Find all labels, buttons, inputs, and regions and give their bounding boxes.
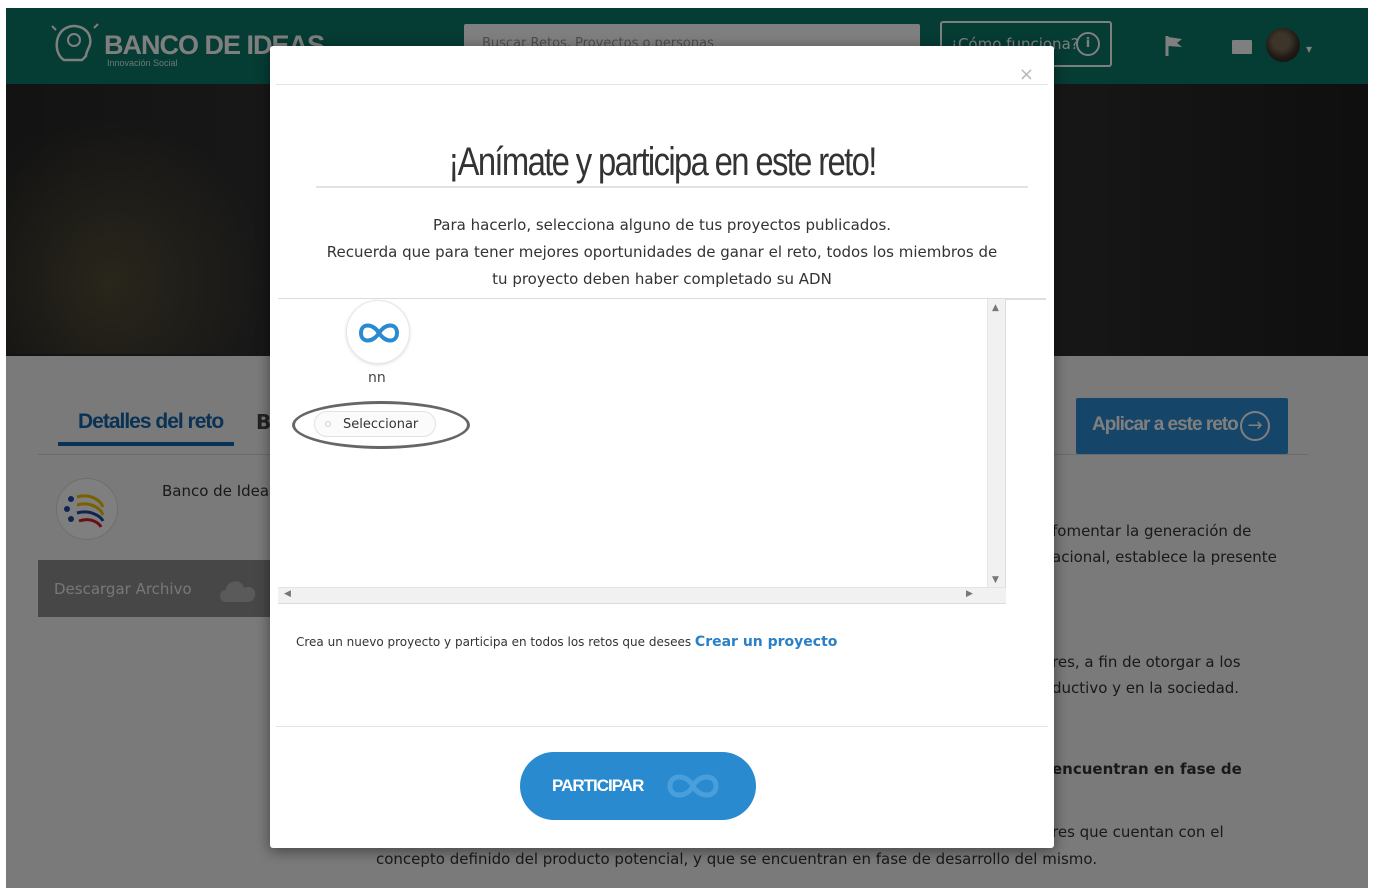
participate-modal: × ¡Anímate y participa en este reto! Par… (270, 46, 1054, 848)
modal-description: Para hacerlo, selecciona alguno de tus p… (300, 212, 1024, 293)
project-name: nn (368, 370, 386, 386)
project-avatar[interactable] (346, 300, 410, 364)
create-project-link[interactable]: Crear un proyecto (695, 634, 837, 650)
select-project-label: Seleccionar (343, 417, 419, 432)
participate-button[interactable]: PARTICIPAR (520, 752, 756, 820)
modal-description-line: tu proyecto deben haber completado su AD… (492, 270, 832, 288)
scroll-down-icon[interactable]: ▼ (992, 575, 999, 585)
title-divider (316, 186, 1028, 188)
modal-footer-divider (276, 726, 1048, 727)
scroll-left-icon[interactable]: ◀ (284, 589, 291, 599)
scroll-right-icon[interactable]: ▶ (966, 589, 973, 599)
scroll-up-icon[interactable]: ▲ (992, 303, 999, 313)
participate-label: PARTICIPAR (552, 776, 644, 795)
infinity-icon (667, 774, 719, 798)
radio-icon (325, 421, 331, 427)
infinity-icon (358, 323, 400, 343)
modal-description-line: Recuerda que para tener mejores oportuni… (326, 243, 998, 261)
create-project-text: Crea un nuevo proyecto y participa en to… (296, 634, 837, 650)
create-project-prompt: Crea un nuevo proyecto y participa en to… (296, 635, 695, 649)
modal-header-divider (276, 84, 1048, 85)
horizontal-scrollbar[interactable]: ◀ ▶ (278, 587, 1006, 603)
select-project-button[interactable]: Seleccionar (314, 411, 436, 437)
modal-description-line: Para hacerlo, selecciona alguno de tus p… (432, 216, 892, 234)
close-icon[interactable]: × (1019, 64, 1034, 85)
modal-title: ¡Anímate y participa en este reto! (448, 140, 877, 184)
vertical-scrollbar[interactable]: ▲ ▼ (987, 299, 1005, 589)
